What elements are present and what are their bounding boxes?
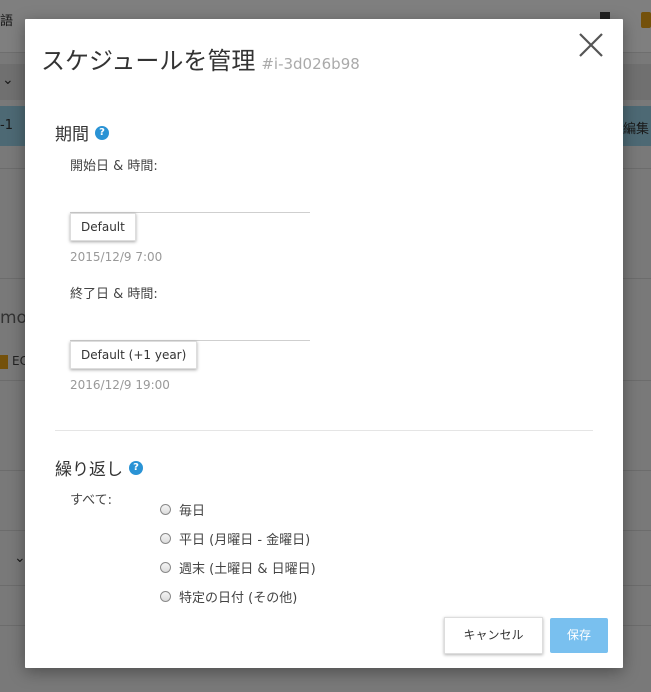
repeat-title-text: 繰り返し	[55, 460, 123, 480]
cancel-button[interactable]: キャンセル	[444, 617, 543, 654]
period-title-text: 期間	[55, 125, 89, 145]
repeat-section-title: 繰り返し ?	[55, 455, 143, 480]
save-button[interactable]: 保存	[550, 618, 608, 653]
close-button[interactable]	[575, 29, 607, 61]
modal-title-text: スケジュールを管理	[41, 47, 256, 75]
radio-label: 毎日	[179, 504, 206, 519]
end-datetime-label: 終了日 & 時間:	[70, 287, 158, 302]
help-icon[interactable]: ?	[129, 460, 143, 475]
schedule-modal: スケジュールを管理 #i-3d026b98 期間 ? 開始日 & 時間: Defa…	[25, 19, 623, 668]
radio-button[interactable]	[160, 591, 171, 602]
help-icon[interactable]: ?	[95, 125, 109, 140]
start-datetime-value: 2015/12/9 7:00	[70, 250, 163, 264]
radio-option-weekdays[interactable]: 平日 (月曜日 - 金曜日)	[160, 529, 310, 548]
radio-option-daily[interactable]: 毎日	[160, 500, 205, 519]
modal-title: スケジュールを管理 #i-3d026b98	[41, 41, 360, 76]
radio-label: 週末 (土曜日 & 日曜日)	[179, 562, 316, 577]
radio-label: 特定の日付 (その他)	[179, 591, 298, 606]
section-divider	[55, 430, 593, 431]
radio-label: 平日 (月曜日 - 金曜日)	[179, 533, 311, 548]
period-section-title: 期間 ?	[55, 120, 109, 145]
end-datetime-value: 2016/12/9 19:00	[70, 378, 170, 392]
repeat-all-label: すべて:	[70, 493, 112, 508]
start-default-button[interactable]: Default	[70, 213, 136, 241]
close-icon	[579, 33, 603, 57]
radio-button[interactable]	[160, 562, 171, 573]
instance-id: #i-3d026b98	[261, 55, 360, 73]
radio-option-specific-dates[interactable]: 特定の日付 (その他)	[160, 587, 297, 606]
radio-option-weekends[interactable]: 週末 (土曜日 & 日曜日)	[160, 558, 316, 577]
end-default-button[interactable]: Default (+1 year)	[70, 341, 198, 369]
radio-button[interactable]	[160, 504, 171, 515]
radio-button[interactable]	[160, 533, 171, 544]
start-datetime-label: 開始日 & 時間:	[70, 159, 158, 174]
